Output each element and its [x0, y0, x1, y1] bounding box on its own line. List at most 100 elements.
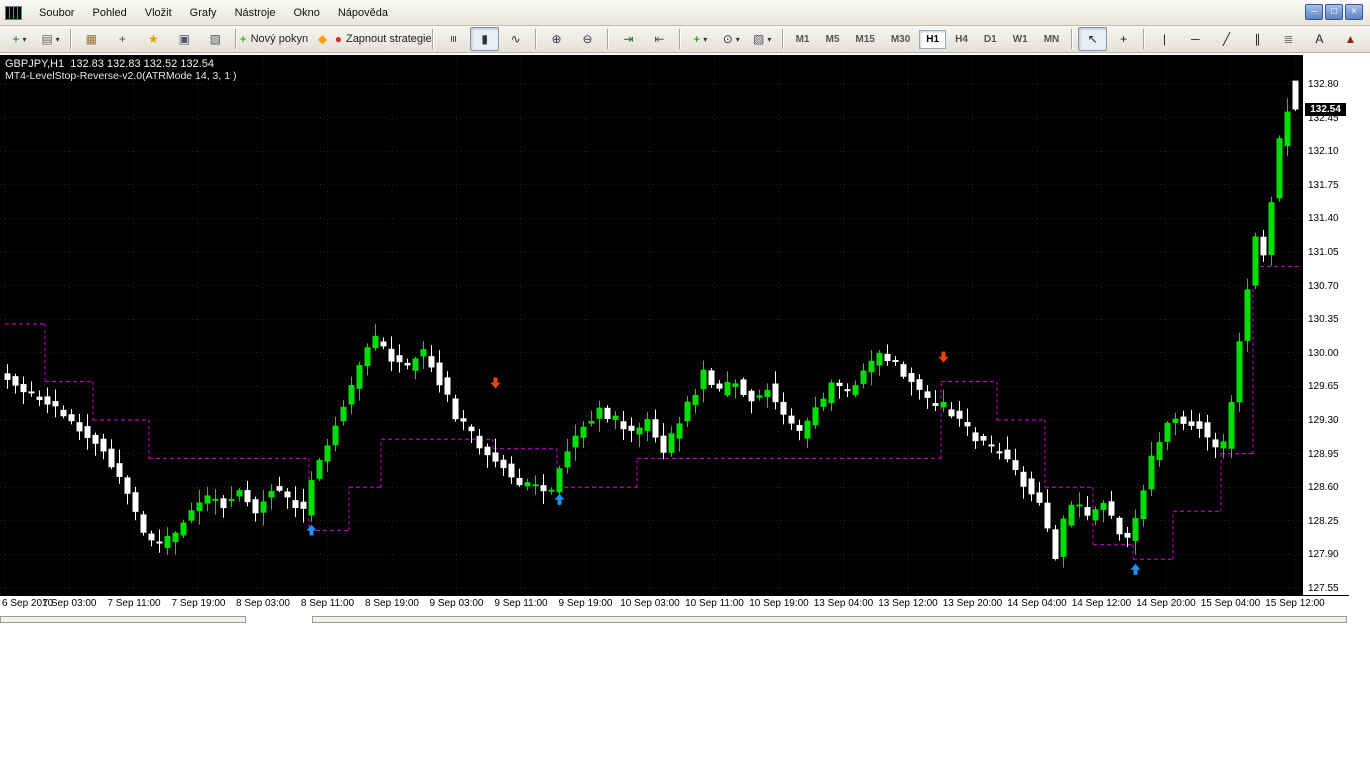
fibonacci-button[interactable]: ≣	[1274, 27, 1303, 51]
toolbar-separator	[235, 29, 237, 49]
market-watch-button[interactable]: ▦	[77, 27, 106, 51]
arrows-button[interactable]: ▲	[1336, 27, 1365, 51]
profiles-button[interactable]: ▤▾	[36, 27, 65, 51]
time-axis-label: 10 Sep 03:00	[620, 598, 680, 609]
fibonacci-icon: ≣	[1283, 33, 1293, 45]
background-window-strip[interactable]	[312, 616, 1347, 623]
trendline-button[interactable]: ╱	[1212, 27, 1241, 51]
new-order-button[interactable]: +Nový pokyn	[242, 27, 306, 51]
equidistant-channel-button[interactable]: ∥	[1243, 27, 1272, 51]
menu-view[interactable]: Pohled	[83, 3, 135, 23]
window-controls: –□×	[1305, 4, 1363, 20]
toolbar-separator	[535, 29, 537, 49]
toolbar-separator	[1143, 29, 1145, 49]
toolbar-separator	[782, 29, 784, 49]
terminal-button[interactable]: ▣	[170, 27, 199, 51]
expert-advisors-icon: ◆	[318, 33, 327, 45]
chart-shift-icon: ⇤	[654, 33, 664, 45]
zoom-out-button[interactable]: ⊖	[573, 27, 602, 51]
bar-chart-icon: ≡	[448, 35, 460, 42]
crosshair-icon: +	[1120, 33, 1127, 45]
horizontal-line-button[interactable]: ─	[1181, 27, 1210, 51]
bar-chart-button[interactable]: ≡	[439, 27, 468, 51]
price-axis-label: 131.75	[1308, 180, 1339, 191]
workspace: GBPJPY,H1 132.83 132.83 132.52 132.54 MT…	[0, 53, 1370, 772]
price-axis[interactable]: 132.54 132.80132.45132.10131.75131.40131…	[1302, 55, 1349, 595]
price-axis-label: 130.70	[1308, 281, 1339, 292]
line-chart-button[interactable]: ∿	[501, 27, 530, 51]
menu-window[interactable]: Okno	[285, 3, 329, 23]
menu-tools[interactable]: Nástroje	[226, 3, 285, 23]
price-axis-label: 129.30	[1308, 415, 1339, 426]
menu-file[interactable]: Soubor	[30, 3, 83, 23]
strategy-tester-button[interactable]: ▨	[201, 27, 230, 51]
timeframe-d1-button[interactable]: D1	[977, 30, 1004, 49]
chart-area[interactable]: GBPJPY,H1 132.83 132.83 132.52 132.54 MT…	[0, 55, 1302, 595]
menu-help[interactable]: Nápověda	[329, 3, 397, 23]
new-order-icon: +	[240, 33, 247, 45]
time-axis-label: 8 Sep 19:00	[365, 598, 419, 609]
new-chart-caret-icon[interactable]: ▾	[23, 35, 27, 44]
timeframe-h4-button[interactable]: H4	[948, 30, 975, 49]
background-window-strip[interactable]	[0, 616, 246, 623]
crosshair-button[interactable]: +	[1109, 27, 1138, 51]
timeframe-m5-button[interactable]: M5	[818, 30, 846, 49]
timeframe-w1-button[interactable]: W1	[1006, 30, 1035, 49]
profiles-icon: ▤	[41, 33, 52, 45]
periods-button[interactable]: ⊙▾	[717, 27, 746, 51]
cursor-button[interactable]: ↖	[1078, 27, 1107, 51]
price-axis-label: 128.95	[1308, 449, 1339, 460]
time-axis-label: 9 Sep 19:00	[559, 598, 613, 609]
templates-caret-icon[interactable]: ▾	[767, 35, 771, 44]
toolbar-separator	[432, 29, 434, 49]
toolbar-separator	[679, 29, 681, 49]
periods-caret-icon[interactable]: ▾	[736, 35, 740, 44]
time-axis-label: 14 Sep 20:00	[1136, 598, 1196, 609]
indicators-button[interactable]: +▾	[686, 27, 715, 51]
navigator-button[interactable]: ★	[139, 27, 168, 51]
time-axis-label: 9 Sep 11:00	[494, 598, 547, 609]
restore-button[interactable]: □	[1325, 4, 1343, 20]
price-axis-label: 132.45	[1308, 113, 1339, 124]
mt4-main-window: SouborPohledVložitGrafyNástrojeOknoNápov…	[0, 0, 1370, 772]
timeframe-m30-button[interactable]: M30	[884, 30, 917, 49]
menu-charts[interactable]: Grafy	[181, 3, 226, 23]
candlestick-chart-icon: ▮	[481, 33, 488, 45]
menu-insert[interactable]: Vložit	[136, 3, 181, 23]
toolbar-separator	[607, 29, 609, 49]
time-axis-label: 10 Sep 11:00	[685, 598, 744, 609]
timeframe-mn-button[interactable]: MN	[1037, 30, 1067, 49]
timeframe-m1-button[interactable]: M1	[789, 30, 817, 49]
timeframe-m15-button[interactable]: M15	[848, 30, 881, 49]
vertical-line-button[interactable]: |	[1150, 27, 1179, 51]
chart-shift-button[interactable]: ⇤	[645, 27, 674, 51]
periods-icon: ⊙	[723, 33, 733, 45]
candlestick-chart-button[interactable]: ▮	[470, 27, 499, 51]
autotrading-button[interactable]: ●Zapnout strategie	[339, 27, 427, 51]
timeframe-h1-button[interactable]: H1	[919, 30, 946, 49]
expert-advisors-button[interactable]: ◆	[308, 27, 337, 51]
zoom-in-button[interactable]: ⊕	[542, 27, 571, 51]
text-icon: A	[1315, 33, 1323, 45]
profiles-caret-icon[interactable]: ▾	[56, 35, 60, 44]
new-chart-button[interactable]: +▾	[5, 27, 34, 51]
indicators-caret-icon[interactable]: ▾	[703, 35, 707, 44]
buy-signal-arrow	[555, 494, 565, 505]
time-axis-label: 7 Sep 11:00	[107, 598, 160, 609]
auto-scroll-button[interactable]: ⇥	[614, 27, 643, 51]
terminal-icon: ▣	[179, 33, 190, 45]
time-axis-label: 14 Sep 04:00	[1007, 598, 1067, 609]
close-button[interactable]: ×	[1345, 4, 1363, 20]
time-axis-label: 15 Sep 04:00	[1201, 598, 1261, 609]
time-axis-label: 10 Sep 19:00	[749, 598, 809, 609]
data-window-button[interactable]: +	[108, 27, 137, 51]
time-axis[interactable]: 6 Sep 20107 Sep 03:007 Sep 11:007 Sep 19…	[0, 595, 1349, 611]
minimize-button[interactable]: –	[1305, 4, 1323, 20]
templates-button[interactable]: ▧▾	[748, 27, 777, 51]
price-axis-label: 131.40	[1308, 213, 1339, 224]
text-button[interactable]: A	[1305, 27, 1334, 51]
time-axis-label: 7 Sep 19:00	[172, 598, 226, 609]
price-axis-label: 132.10	[1308, 146, 1339, 157]
chart-canvas[interactable]	[0, 55, 1302, 595]
toolbar-separator	[1071, 29, 1073, 49]
